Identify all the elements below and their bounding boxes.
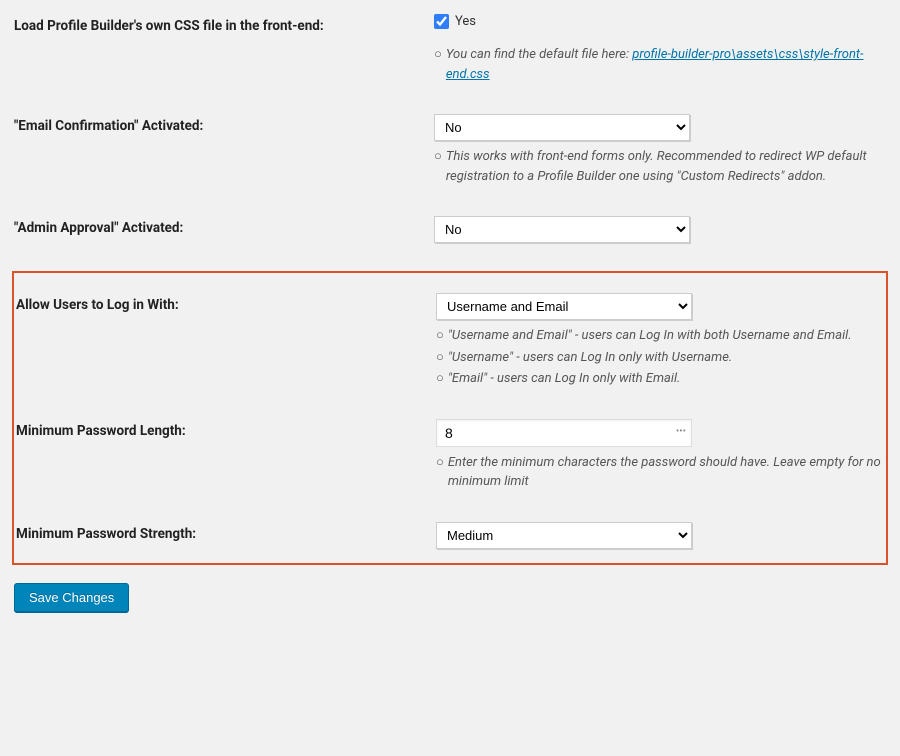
- email-confirmation-desc: This works with front-end forms only. Re…: [446, 147, 886, 186]
- save-changes-button[interactable]: Save Changes: [14, 583, 129, 612]
- bullet-icon: ○: [436, 326, 444, 346]
- bullet-icon: ○: [434, 45, 442, 84]
- admin-approval-label: "Admin Approval" Activated:: [14, 216, 434, 236]
- bullet-icon: ○: [434, 147, 442, 186]
- login-with-desc-3: "Email" - users can Log In only with Ema…: [448, 369, 680, 389]
- load-css-desc: You can find the default file here: prof…: [446, 45, 886, 84]
- bullet-icon: ○: [436, 348, 444, 368]
- login-with-desc-2: "Username" - users can Log In only with …: [448, 348, 732, 368]
- email-confirmation-label: "Email Confirmation" Activated:: [14, 114, 434, 134]
- min-pwd-strength-select[interactable]: Medium: [436, 522, 692, 549]
- login-with-label: Allow Users to Log in With:: [16, 293, 436, 313]
- bullet-icon: ○: [436, 453, 444, 492]
- email-confirmation-select[interactable]: No: [434, 114, 690, 141]
- load-css-checkbox[interactable]: [434, 14, 449, 29]
- min-pwd-length-label: Minimum Password Length:: [16, 419, 436, 439]
- load-css-label: Load Profile Builder's own CSS file in t…: [14, 14, 434, 34]
- bullet-icon: ○: [436, 369, 444, 389]
- min-pwd-length-input[interactable]: [436, 419, 692, 447]
- admin-approval-select[interactable]: No: [434, 216, 690, 243]
- login-with-select[interactable]: Username and Email: [436, 293, 692, 320]
- login-with-desc-1: "Username and Email" - users can Log In …: [448, 326, 852, 346]
- min-pwd-length-desc: Enter the minimum characters the passwor…: [448, 453, 884, 492]
- load-css-checkbox-label: Yes: [455, 14, 476, 29]
- min-pwd-strength-label: Minimum Password Strength:: [16, 522, 436, 542]
- highlighted-section: Allow Users to Log in With: Username and…: [12, 271, 888, 565]
